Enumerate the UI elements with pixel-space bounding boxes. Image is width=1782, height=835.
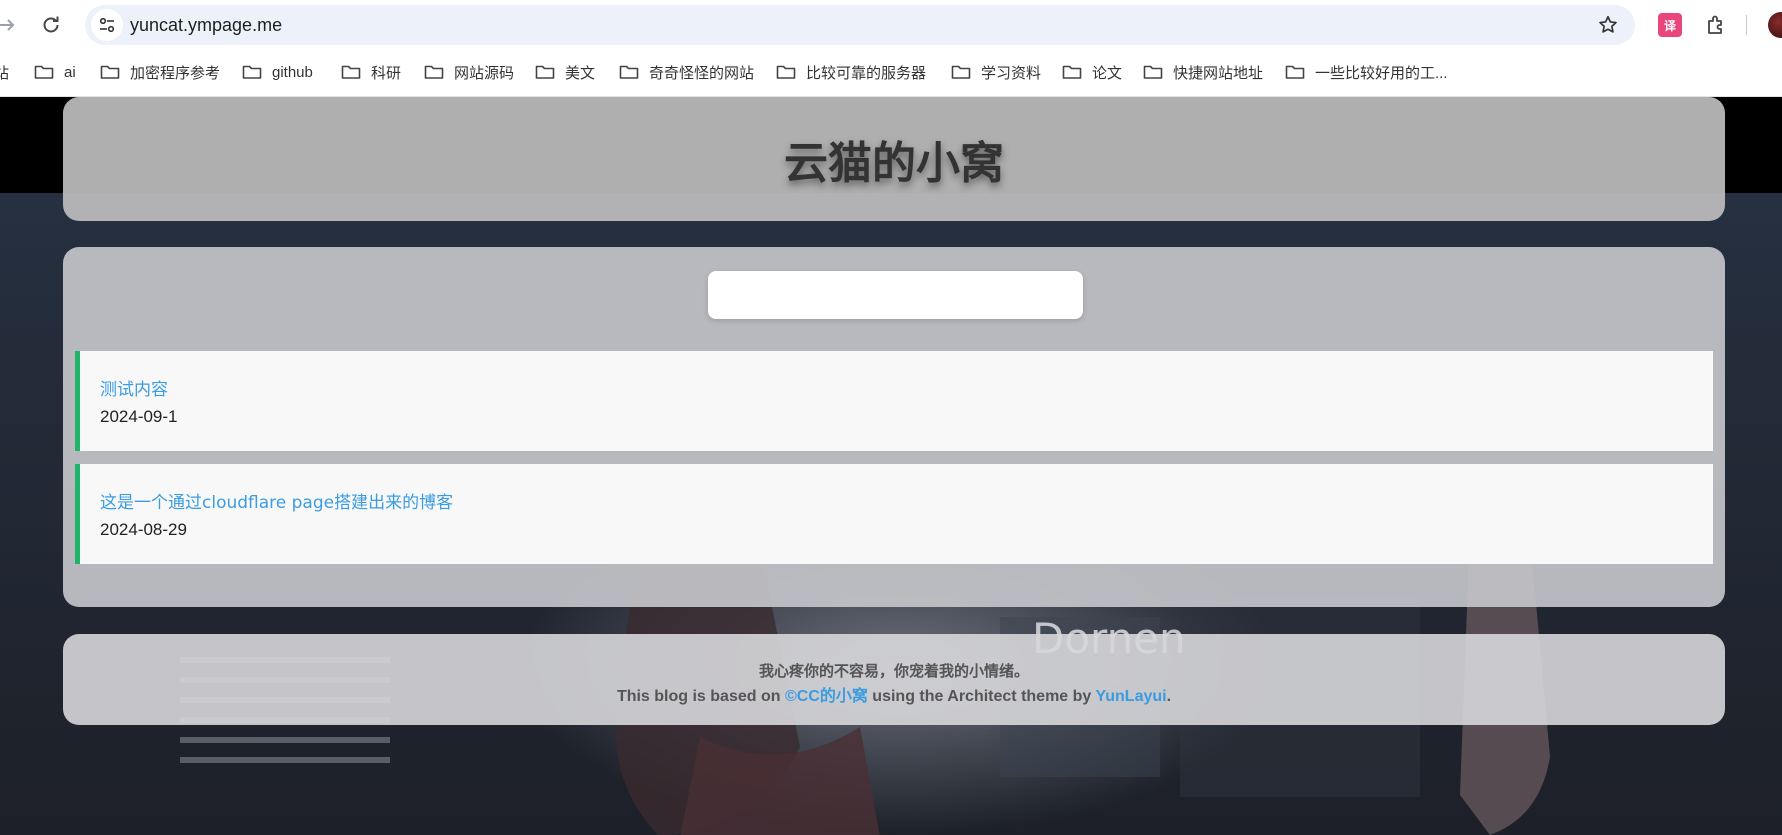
post-item[interactable]: 测试内容 2024-09-1 — [75, 351, 1713, 451]
footer-credits: This blog is based on ©CC的小窝 using the A… — [63, 682, 1725, 706]
folder-icon — [34, 65, 54, 79]
bookmark-item[interactable]: ai — [34, 58, 76, 86]
bookmark-item[interactable]: 学习资料 — [951, 58, 1041, 86]
bookmark-label: 学习资料 — [981, 64, 1042, 82]
site-settings-icon[interactable] — [91, 9, 123, 41]
url-text[interactable]: yuncat.ympage.me — [130, 15, 282, 36]
bookmark-label: github — [272, 63, 313, 81]
bookmark-item[interactable]: 奇奇怪怪的网站 — [619, 58, 754, 86]
folder-icon — [951, 65, 971, 79]
search-input[interactable] — [708, 271, 1083, 319]
footer-card: 我心疼你的不容易，你宠着我的小情绪。 This blog is based on… — [63, 634, 1725, 725]
site-title[interactable]: 云猫的小窝 — [63, 127, 1725, 191]
bookmark-label: 比较可靠的服务器 — [806, 64, 927, 82]
folder-icon — [619, 65, 639, 79]
folder-icon — [776, 65, 796, 79]
browser-chrome: yuncat.ympage.me 译 站 ai 加密程序参考 github 科研 网站源码… — [0, 0, 1782, 97]
footer-theme-text: using the Architect theme by — [867, 688, 1096, 705]
folder-icon — [424, 65, 444, 79]
footer-theme-link[interactable]: YunLayui — [1095, 688, 1166, 705]
page-content: Dornen 云猫的小窝 测试内容 2024-09-1 这是一个通过cloudf… — [0, 97, 1782, 835]
folder-icon — [1062, 65, 1082, 79]
bookmark-label: 站 — [0, 64, 10, 82]
bookmark-item[interactable]: github — [242, 58, 313, 86]
bookmark-item[interactable]: 美文 — [535, 58, 595, 86]
bookmark-label: 加密程序参考 — [130, 64, 221, 82]
footer-suffix: . — [1166, 688, 1172, 705]
profile-avatar[interactable] — [1768, 12, 1782, 38]
bookmark-star-icon[interactable] — [1597, 14, 1619, 36]
bookmark-item[interactable]: 站 — [0, 58, 9, 86]
bookmark-item[interactable]: 网站源码 — [424, 58, 514, 86]
folder-icon — [1143, 65, 1163, 79]
bookmark-item[interactable]: 比较可靠的服务器 — [776, 58, 926, 86]
folder-icon — [535, 65, 555, 79]
footer-motto: 我心疼你的不容易，你宠着我的小情绪。 — [758, 662, 1029, 680]
bookmark-item[interactable]: 快捷网站地址 — [1143, 58, 1263, 86]
bookmark-item[interactable]: 科研 — [341, 58, 401, 86]
post-item[interactable]: 这是一个通过cloudflare page搭建出来的博客 2024-08-29 — [75, 464, 1713, 564]
bookmark-label: 科研 — [371, 64, 402, 82]
forward-arrow-icon[interactable] — [0, 10, 22, 40]
bookmark-label: 网站源码 — [454, 64, 515, 82]
toolbar-separator — [1746, 15, 1747, 35]
post-date: 2024-09-1 — [100, 407, 178, 426]
extensions-puzzle-icon[interactable] — [1704, 13, 1728, 37]
bookmark-item[interactable]: 加密程序参考 — [100, 58, 220, 86]
bookmark-item[interactable]: 一些比较好用的工... — [1285, 58, 1448, 86]
reload-icon[interactable] — [36, 10, 66, 40]
post-date: 2024-08-29 — [100, 520, 187, 539]
footer-blog-link[interactable]: ©CC的小窝 — [785, 688, 868, 705]
footer-based-prefix: This blog is based on — [616, 688, 785, 705]
folder-icon — [100, 65, 120, 79]
folder-icon — [1285, 65, 1305, 79]
bookmark-label: 美文 — [565, 64, 596, 82]
bookmark-label: 一些比较好用的工... — [1315, 64, 1448, 82]
bookmarks-bar: 站 ai 加密程序参考 github 科研 网站源码 美文 奇奇怪怪的网站 比较可靠的服务器 学习… — [0, 58, 1782, 86]
post-title-link[interactable]: 测试内容 — [100, 375, 168, 400]
translate-extension-icon[interactable]: 译 — [1658, 13, 1682, 37]
bookmark-label: 论文 — [1092, 64, 1123, 82]
folder-icon — [242, 65, 262, 79]
address-bar[interactable]: yuncat.ympage.me — [85, 5, 1635, 45]
bookmark-item[interactable]: 论文 — [1062, 58, 1122, 86]
bookmark-label: 奇奇怪怪的网站 — [649, 64, 755, 82]
folder-icon — [341, 65, 361, 79]
posts-card: 测试内容 2024-09-1 这是一个通过cloudflare page搭建出来… — [63, 247, 1725, 607]
post-title-link[interactable]: 这是一个通过cloudflare page搭建出来的博客 — [100, 488, 453, 513]
bookmark-label: 快捷网站地址 — [1173, 64, 1264, 82]
bookmark-label: ai — [64, 63, 76, 81]
header-card: 云猫的小窝 — [63, 97, 1725, 221]
